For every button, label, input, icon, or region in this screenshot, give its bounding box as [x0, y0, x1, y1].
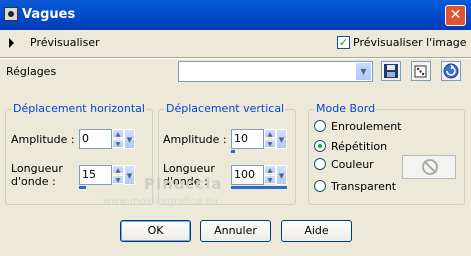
help-button[interactable]: Aide: [281, 220, 352, 242]
preview-image-checkbox[interactable]: ✓: [337, 36, 350, 49]
spin-up-icon[interactable]: ▲: [112, 165, 124, 174]
floppy-disk-icon: [384, 64, 398, 78]
reset-icon: [443, 63, 459, 79]
v-amplitude-spinner[interactable]: 10 ▲ ▼ ▼: [231, 129, 287, 153]
radio-repetition-label[interactable]: Répétition: [331, 140, 387, 153]
v-amplitude-input[interactable]: 10: [231, 129, 264, 149]
preview-image-label[interactable]: Prévisualiser l'image: [353, 36, 466, 49]
h-amplitude-label: Amplitude :: [11, 133, 75, 146]
h-wavelength-slider-bar[interactable]: [79, 186, 86, 189]
spin-up-icon[interactable]: ▲: [264, 129, 276, 138]
save-preset-button[interactable]: [381, 61, 401, 81]
close-button[interactable]: ✕: [445, 5, 466, 26]
radio-repetition[interactable]: [314, 140, 326, 152]
radio-enroulement-label[interactable]: Enroulement: [331, 120, 402, 133]
radio-transparent[interactable]: [314, 180, 326, 192]
ok-button[interactable]: OK: [120, 220, 191, 242]
chevron-down-icon[interactable]: ▼: [124, 165, 135, 185]
v-wavelength-input[interactable]: 100: [231, 165, 264, 185]
spin-down-icon[interactable]: ▼: [112, 139, 124, 148]
h-wavelength-spinner[interactable]: 15 ▲ ▼ ▼: [79, 165, 135, 189]
settings-dropdown[interactable]: ▼: [178, 61, 373, 82]
horizontal-displacement-group: Déplacement horizontal: [5, 102, 153, 205]
radio-enroulement[interactable]: [314, 120, 326, 132]
v-wavelength-spinner[interactable]: 100 ▲ ▼ ▼: [231, 165, 287, 189]
random-preset-button[interactable]: [411, 61, 431, 81]
chevron-down-icon[interactable]: ▼: [276, 129, 287, 149]
edge-mode-title: Mode Bord: [315, 102, 377, 115]
h-amplitude-spinner[interactable]: 0 ▲ ▼ ▼: [79, 129, 135, 151]
cancel-button[interactable]: Annuler: [200, 220, 271, 242]
radio-couleur[interactable]: [314, 158, 326, 170]
expand-arrow-icon[interactable]: [9, 38, 14, 48]
chevron-down-icon[interactable]: ▼: [356, 63, 371, 80]
horizontal-displacement-title: Déplacement horizontal: [12, 102, 146, 115]
window-title: Vagues: [22, 7, 76, 22]
separator: [0, 57, 471, 59]
spin-down-icon[interactable]: ▼: [264, 175, 276, 184]
h-amplitude-input[interactable]: 0: [79, 129, 112, 149]
spin-down-icon[interactable]: ▼: [264, 139, 276, 148]
vertical-displacement-title: Déplacement vertical: [165, 102, 286, 115]
h-wavelength-label-1: Longueur: [11, 162, 63, 175]
title-bar: Vagues ✕: [0, 0, 471, 30]
spin-up-icon[interactable]: ▲: [264, 165, 276, 174]
radio-transparent-label[interactable]: Transparent: [331, 180, 396, 193]
v-wavelength-label-1: Longueur: [163, 162, 215, 175]
spin-up-icon[interactable]: ▲: [112, 129, 124, 138]
v-amplitude-slider-bar[interactable]: [231, 150, 235, 153]
chevron-down-icon[interactable]: ▼: [124, 129, 135, 149]
app-icon: [4, 7, 18, 21]
dice-icon: [414, 65, 427, 78]
h-wavelength-input[interactable]: 15: [79, 165, 112, 185]
radio-couleur-label[interactable]: Couleur: [331, 158, 374, 171]
v-wavelength-slider-bar[interactable]: [231, 186, 287, 189]
settings-label: Réglages: [6, 65, 57, 78]
watermark-text: Pinuccia: [144, 175, 223, 193]
no-color-icon: [422, 159, 438, 175]
h-wavelength-label-2: d'onde :: [11, 175, 56, 188]
reset-button[interactable]: [441, 61, 461, 81]
spin-down-icon[interactable]: ▼: [112, 175, 124, 184]
watermark-url: www.moidiregrafica.eu: [103, 196, 218, 207]
v-amplitude-label: Amplitude :: [163, 133, 227, 146]
preview-label[interactable]: Prévisualiser: [30, 36, 100, 49]
color-swatch[interactable]: [402, 155, 456, 179]
chevron-down-icon[interactable]: ▼: [276, 165, 287, 185]
